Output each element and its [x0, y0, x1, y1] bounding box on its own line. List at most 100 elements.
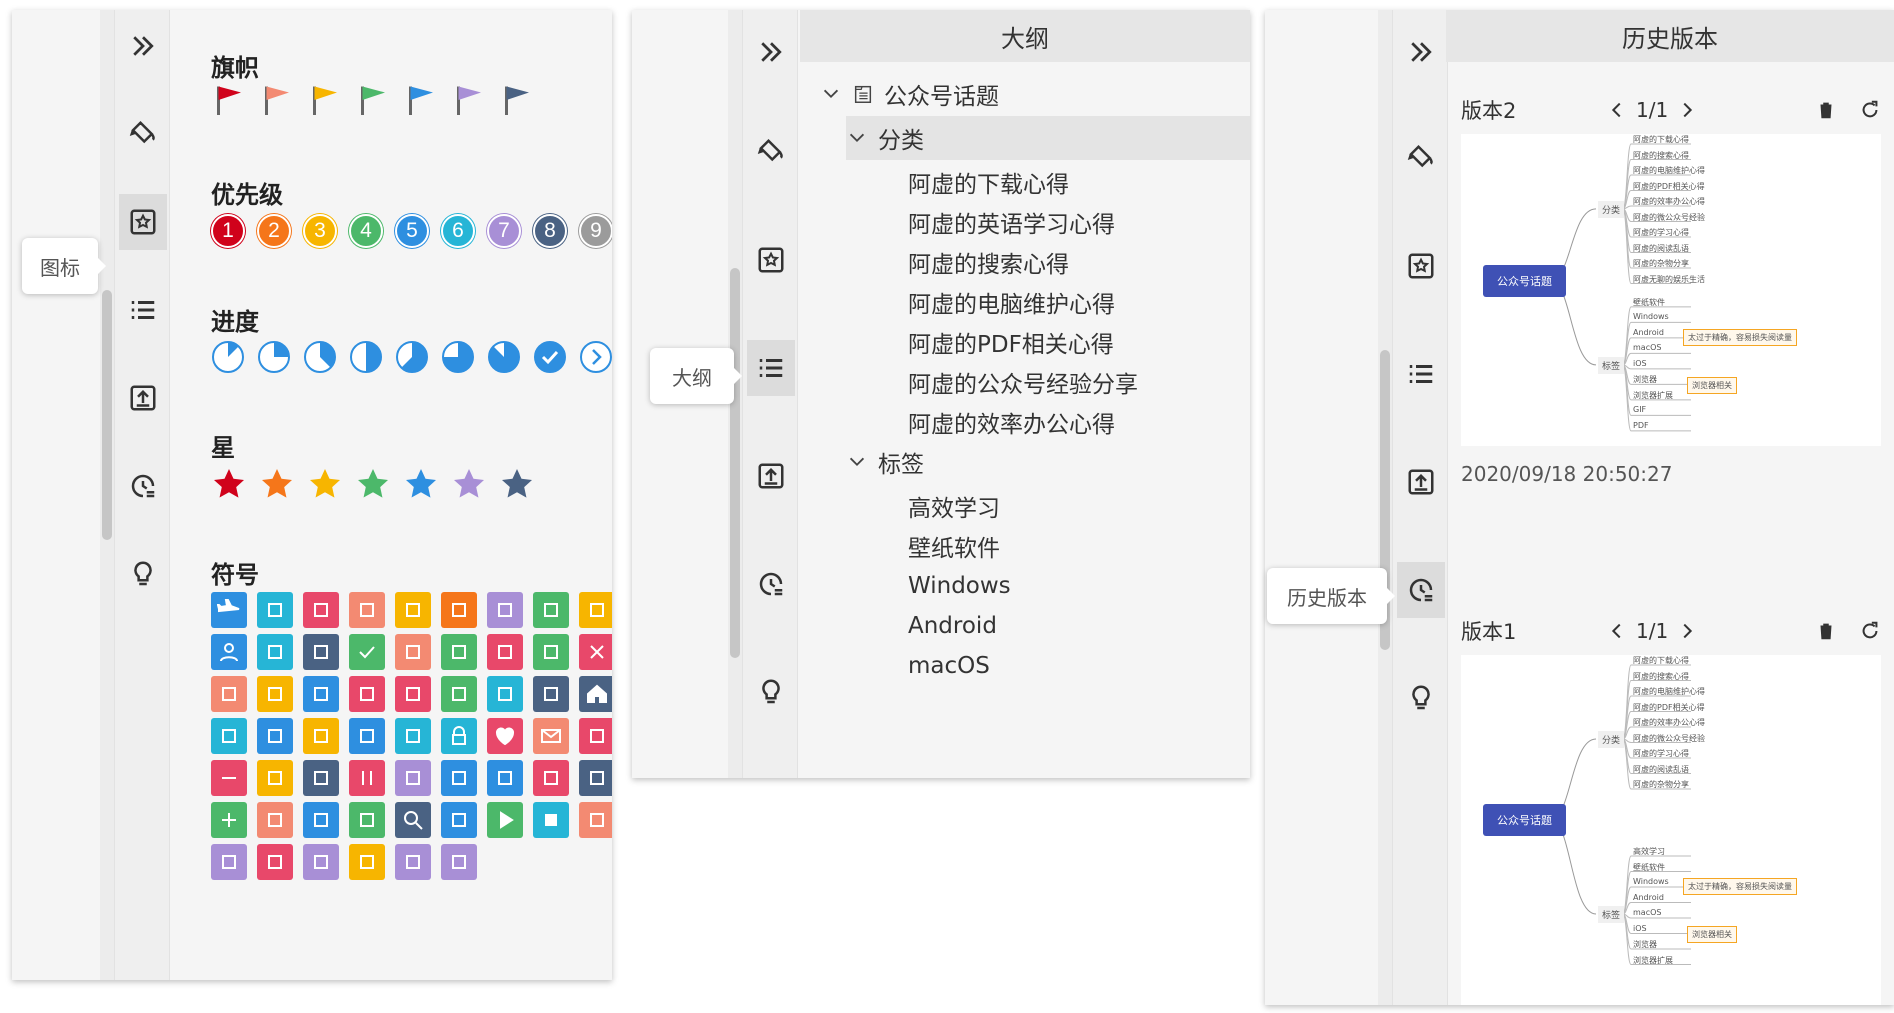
outline-item[interactable]: 阿虚的效率办公心得 [908, 400, 1115, 444]
scrollbar-thumb[interactable] [102, 290, 112, 540]
stop-icon[interactable] [533, 802, 569, 838]
outline-item[interactable]: 高效学习 [908, 484, 1000, 528]
progress-7-8-icon[interactable] [487, 340, 521, 374]
outline-item[interactable]: 阿虚的下载心得 [908, 160, 1069, 204]
heart-icon[interactable] [487, 718, 523, 754]
outline-item[interactable]: 阿虚的搜索心得 [908, 240, 1069, 284]
purple-star-icon[interactable] [451, 466, 487, 502]
rocket-icon[interactable] [349, 802, 385, 838]
yellow-star-icon[interactable] [307, 466, 343, 502]
tornado-icon[interactable] [303, 844, 339, 880]
history-button[interactable] [119, 458, 167, 514]
outline-item[interactable]: Android [908, 604, 997, 648]
style-button[interactable] [119, 106, 167, 162]
progress-next-icon[interactable] [579, 340, 612, 374]
icon-button[interactable] [747, 232, 795, 288]
outline-item[interactable]: 阿虚的PDF相关心得 [908, 320, 1114, 364]
airplane-icon[interactable] [211, 592, 247, 628]
chevron-down-icon[interactable] [846, 451, 868, 473]
outline-item[interactable]: 阿虚的英语学习心得 [908, 200, 1115, 244]
red-flag-icon[interactable] [211, 82, 247, 118]
progress-complete-icon[interactable] [533, 340, 567, 374]
outline-root[interactable]: 公众号话题 [820, 72, 999, 116]
tips-button[interactable] [747, 664, 795, 720]
restore-icon[interactable] [1859, 99, 1881, 121]
plus-icon[interactable] [211, 802, 247, 838]
outline-item[interactable]: Windows [908, 564, 1011, 608]
bar-chart-icon[interactable] [487, 592, 523, 628]
progress-3-8-icon[interactable] [303, 340, 337, 374]
close-icon[interactable] [579, 634, 612, 670]
purple-flag-icon[interactable] [451, 82, 487, 118]
chevron-down-icon[interactable] [820, 83, 842, 105]
notepad-icon[interactable] [303, 760, 339, 796]
icon-button[interactable] [119, 194, 167, 250]
export-button[interactable] [1397, 454, 1445, 510]
blue-star-icon[interactable] [403, 466, 439, 502]
pie-chart-icon[interactable] [579, 760, 612, 796]
chart-area-icon[interactable] [349, 592, 385, 628]
line-chart-icon[interactable] [349, 718, 385, 754]
progress-4-8-icon[interactable] [349, 340, 383, 374]
progress-2-8-icon[interactable] [257, 340, 291, 374]
history-button[interactable] [747, 556, 795, 612]
unlock-icon[interactable] [395, 844, 431, 880]
bomb-icon[interactable] [579, 592, 612, 628]
priority-5-icon[interactable]: 5 [395, 214, 429, 248]
music-icon[interactable] [257, 760, 293, 796]
gift-icon[interactable] [349, 676, 385, 712]
tips-button[interactable] [119, 546, 167, 602]
phone-icon[interactable] [533, 760, 569, 796]
lock-icon[interactable] [441, 718, 477, 754]
target-icon[interactable] [487, 676, 523, 712]
yen-icon[interactable] [303, 802, 339, 838]
scales-icon[interactable] [441, 592, 477, 628]
scrollbar-thumb[interactable] [730, 268, 740, 658]
gear-icon[interactable] [303, 676, 339, 712]
magnifier-icon[interactable] [395, 802, 431, 838]
cloud-download-icon[interactable] [533, 634, 569, 670]
chevron-right-icon[interactable] [1676, 99, 1698, 121]
pencil-icon[interactable] [395, 760, 431, 796]
thumbs-down-icon[interactable] [303, 592, 339, 628]
medal-icon[interactable] [579, 718, 612, 754]
green-flag-icon[interactable] [355, 82, 391, 118]
lightning-icon[interactable] [303, 718, 339, 754]
sun-icon[interactable] [579, 802, 612, 838]
outline-group-classify[interactable]: 分类 [846, 116, 1250, 160]
export-button[interactable] [747, 448, 795, 504]
history-button[interactable] [1397, 562, 1445, 618]
euro-icon[interactable] [211, 676, 247, 712]
collapse-panel-button[interactable] [747, 24, 795, 80]
link-icon[interactable] [395, 718, 431, 754]
outline-item[interactable]: 阿虚的公众号经验分享 [908, 360, 1138, 404]
restore-icon[interactable] [1859, 620, 1881, 642]
orange-flag-icon[interactable] [307, 82, 343, 118]
folder-icon[interactable] [257, 676, 293, 712]
blue-flag-icon[interactable] [403, 82, 439, 118]
red-star-icon[interactable] [211, 466, 247, 502]
play-icon[interactable] [487, 802, 523, 838]
collapse-panel-button[interactable] [119, 18, 167, 74]
question-icon[interactable] [257, 802, 293, 838]
chevron-left-icon[interactable] [1606, 620, 1628, 642]
group-icon[interactable] [487, 760, 523, 796]
version-preview[interactable]: 公众号话题 分类 标签 阿虚的下载心得 阿虚的搜索心得 阿虚的电脑维护心得 阿虚的PDF相关… [1461, 655, 1881, 1005]
home-icon[interactable] [579, 676, 612, 712]
exclamation-icon[interactable] [395, 592, 431, 628]
trash-icon[interactable] [1815, 99, 1837, 121]
priority-1-icon[interactable]: 1 [211, 214, 245, 248]
progress-6-8-icon[interactable] [441, 340, 475, 374]
thumbs-up-icon[interactable] [441, 634, 477, 670]
progress-1-8-icon[interactable] [211, 340, 245, 374]
globe-icon[interactable] [441, 676, 477, 712]
navy-flag-icon[interactable] [499, 82, 535, 118]
style-button[interactable] [747, 124, 795, 180]
orange-star-icon[interactable] [259, 466, 295, 502]
version-preview[interactable]: 公众号话题 分类 标签 阿虚的下载心得 阿虚的搜索心得 阿虚的电脑维护心得 阿虚的PDF相关… [1461, 134, 1881, 446]
at-sign-icon[interactable] [211, 718, 247, 754]
priority-9-icon[interactable]: 9 [579, 214, 612, 248]
trophy-icon[interactable] [349, 844, 385, 880]
dollar-icon[interactable] [487, 634, 523, 670]
contact-icon[interactable] [441, 760, 477, 796]
